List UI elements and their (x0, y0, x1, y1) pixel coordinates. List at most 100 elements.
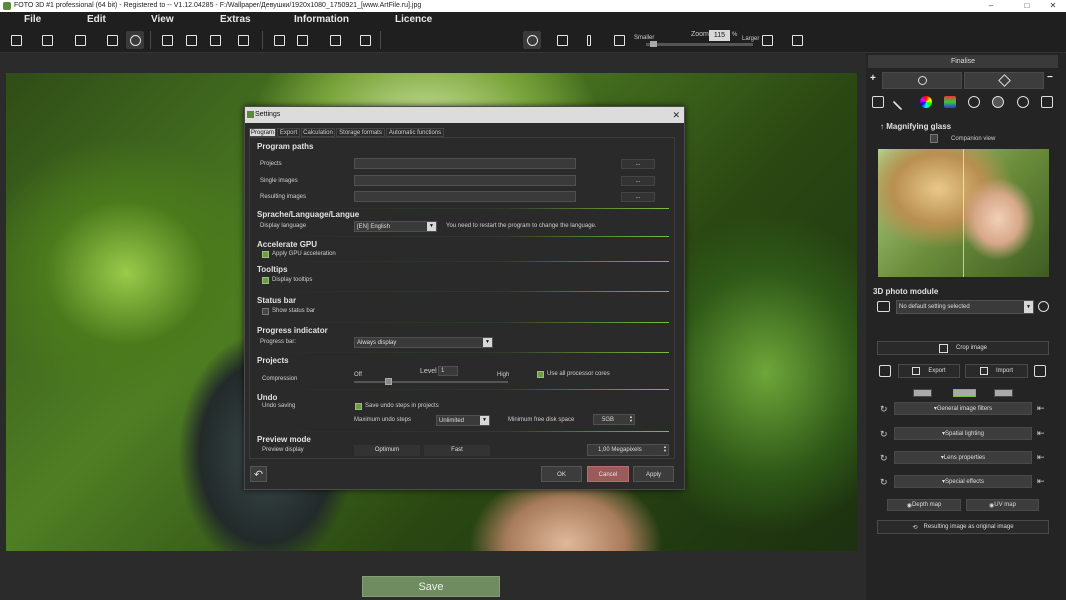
share-nodes-icon[interactable] (968, 96, 980, 108)
view-mode-1-icon[interactable] (913, 389, 932, 397)
slideshow-button[interactable] (293, 31, 311, 49)
view-mode-2-icon[interactable] (953, 389, 976, 397)
result-as-original-button[interactable]: ⟲ Resulting image as original image (877, 520, 1049, 534)
film-reel-icon[interactable] (1017, 96, 1029, 108)
compression-slider[interactable] (354, 381, 508, 383)
show-status-bar-checkbox[interactable] (262, 308, 269, 315)
apply-button[interactable]: Apply (633, 466, 674, 482)
export-dropdown-button[interactable] (234, 31, 252, 49)
lens-properties-dropdown[interactable]: ▾ Lens properties (894, 451, 1032, 464)
zoom-fit-button[interactable] (610, 31, 628, 49)
open-project-button[interactable] (71, 31, 89, 49)
tab-storage-formats[interactable]: Storage formats (336, 128, 385, 137)
stepper-arrows-icon[interactable]: ▲ ▼ (628, 415, 634, 424)
presets-grid-icon[interactable] (877, 301, 890, 312)
companion-view-checkbox[interactable] (930, 134, 938, 143)
single-images-path-input[interactable] (354, 175, 576, 186)
eye-icon[interactable] (1038, 301, 1049, 312)
resulting-images-browse-button[interactable]: ... (621, 192, 655, 202)
menu-file[interactable]: File (24, 12, 41, 27)
apply-lighting-icon[interactable]: ⇤ (1037, 428, 1045, 439)
use-all-cores-checkbox[interactable] (537, 371, 544, 378)
apply-effects-icon[interactable]: ⇤ (1037, 476, 1045, 487)
stepper-arrows-icon[interactable]: ▲ ▼ (662, 445, 668, 455)
view-mode-3-icon[interactable] (994, 389, 1013, 397)
search-tab[interactable] (882, 72, 962, 89)
print-button[interactable] (206, 31, 224, 49)
3d-tab[interactable] (964, 72, 1044, 89)
resulting-images-path-input[interactable] (354, 191, 576, 202)
zoom-slider-handle[interactable] (650, 41, 657, 47)
wrench-icon[interactable] (992, 96, 1004, 108)
histogram-button[interactable] (356, 31, 374, 49)
uv-map-button[interactable]: ◉ UV map (966, 499, 1039, 511)
display-tooltips-checkbox[interactable] (262, 277, 269, 284)
zoom-in-button[interactable] (758, 31, 776, 49)
compression-slider-handle[interactable] (385, 378, 392, 385)
ok-button[interactable]: OK (541, 466, 582, 482)
finalise-header[interactable]: Finalise (868, 55, 1058, 68)
crop-button[interactable] (788, 31, 806, 49)
zoom-slider[interactable] (646, 43, 753, 46)
refresh-lens-icon[interactable]: ↻ (880, 453, 888, 464)
refresh-filters-icon[interactable]: ↻ (880, 404, 888, 415)
image-info-button[interactable] (103, 31, 121, 49)
tab-export[interactable]: Export (277, 128, 300, 137)
refresh-lighting-icon[interactable]: ↻ (880, 429, 888, 440)
max-undo-steps-select[interactable]: Unlimited ▼ (436, 415, 490, 426)
depth-map-button[interactable]: ◉ Depth map (887, 499, 961, 511)
magnifier-split-line[interactable] (963, 149, 964, 277)
add-button[interactable]: + (870, 73, 876, 84)
tab-automatic-functions[interactable]: Automatic functions (386, 128, 444, 137)
save-as-button[interactable] (182, 31, 200, 49)
color-filter-icon[interactable] (944, 96, 956, 108)
progress-bar-select[interactable]: Always display ▼ (354, 337, 493, 348)
mirror-button[interactable] (553, 31, 571, 49)
general-filters-dropdown[interactable]: ▾ General image filters (894, 402, 1032, 415)
preview-toggle-button[interactable] (523, 31, 541, 49)
megapixels-input[interactable]: 1,00 Megapixels ▲ ▼ (587, 444, 669, 456)
color-wheel-icon[interactable] (920, 96, 932, 108)
menu-licence[interactable]: Licence (395, 12, 432, 27)
import-button[interactable]: Import (965, 364, 1028, 378)
menu-edit[interactable]: Edit (87, 12, 106, 27)
projects-browse-button[interactable]: ... (621, 159, 655, 169)
refresh-effects-icon[interactable]: ↻ (880, 477, 888, 488)
save-button-toolbar[interactable] (158, 31, 176, 49)
min-disk-space-input[interactable]: 5GB ▲ ▼ (593, 414, 635, 425)
remove-button[interactable]: − (1047, 72, 1053, 83)
dialog-title-bar[interactable]: Settings ✕ (245, 107, 684, 123)
magnifying-glass-title[interactable]: ↑ Magnifying glass (880, 122, 951, 131)
edit-image-button[interactable] (270, 31, 288, 49)
document-icon[interactable] (1041, 96, 1053, 108)
close-window-button[interactable]: ✕ (1040, 0, 1066, 12)
reset-button[interactable]: ↶ (250, 466, 267, 482)
spatial-lighting-dropdown[interactable]: ▾ Spatial lighting (894, 427, 1032, 440)
minimize-button[interactable]: – (978, 0, 1004, 12)
compression-level-input[interactable]: 1 (438, 366, 458, 376)
save-undo-steps-checkbox[interactable] (355, 403, 362, 410)
open-image-button[interactable] (38, 31, 56, 49)
fast-button[interactable]: Fast (424, 445, 490, 456)
gpu-acceleration-checkbox[interactable] (262, 251, 269, 258)
export-button[interactable]: Export (898, 364, 960, 378)
apply-filters-icon[interactable]: ⇤ (1037, 403, 1045, 414)
settings-button[interactable] (126, 31, 144, 49)
menu-view[interactable]: View (151, 12, 174, 27)
menu-extras[interactable]: Extras (220, 12, 251, 27)
dialog-close-button[interactable]: ✕ (672, 107, 680, 123)
display-language-select[interactable]: [EN] English ▼ (354, 221, 437, 232)
single-images-browse-button[interactable]: ... (621, 176, 655, 186)
image-icon[interactable] (872, 96, 884, 108)
special-effects-dropdown[interactable]: ▾ Special effects (894, 475, 1032, 488)
split-view-button[interactable] (580, 31, 598, 49)
apply-lens-icon[interactable]: ⇤ (1037, 452, 1045, 463)
menu-information[interactable]: Information (294, 12, 349, 27)
tab-calculation[interactable]: Calculation (301, 128, 335, 137)
optimum-button[interactable]: Optimum (354, 445, 420, 456)
crop-image-button[interactable]: Crop image (877, 341, 1049, 355)
projects-path-input[interactable] (354, 158, 576, 169)
export-left-icon[interactable] (879, 365, 891, 377)
maximize-button[interactable]: □ (1014, 0, 1040, 12)
cancel-button[interactable]: Cancel (587, 466, 629, 482)
